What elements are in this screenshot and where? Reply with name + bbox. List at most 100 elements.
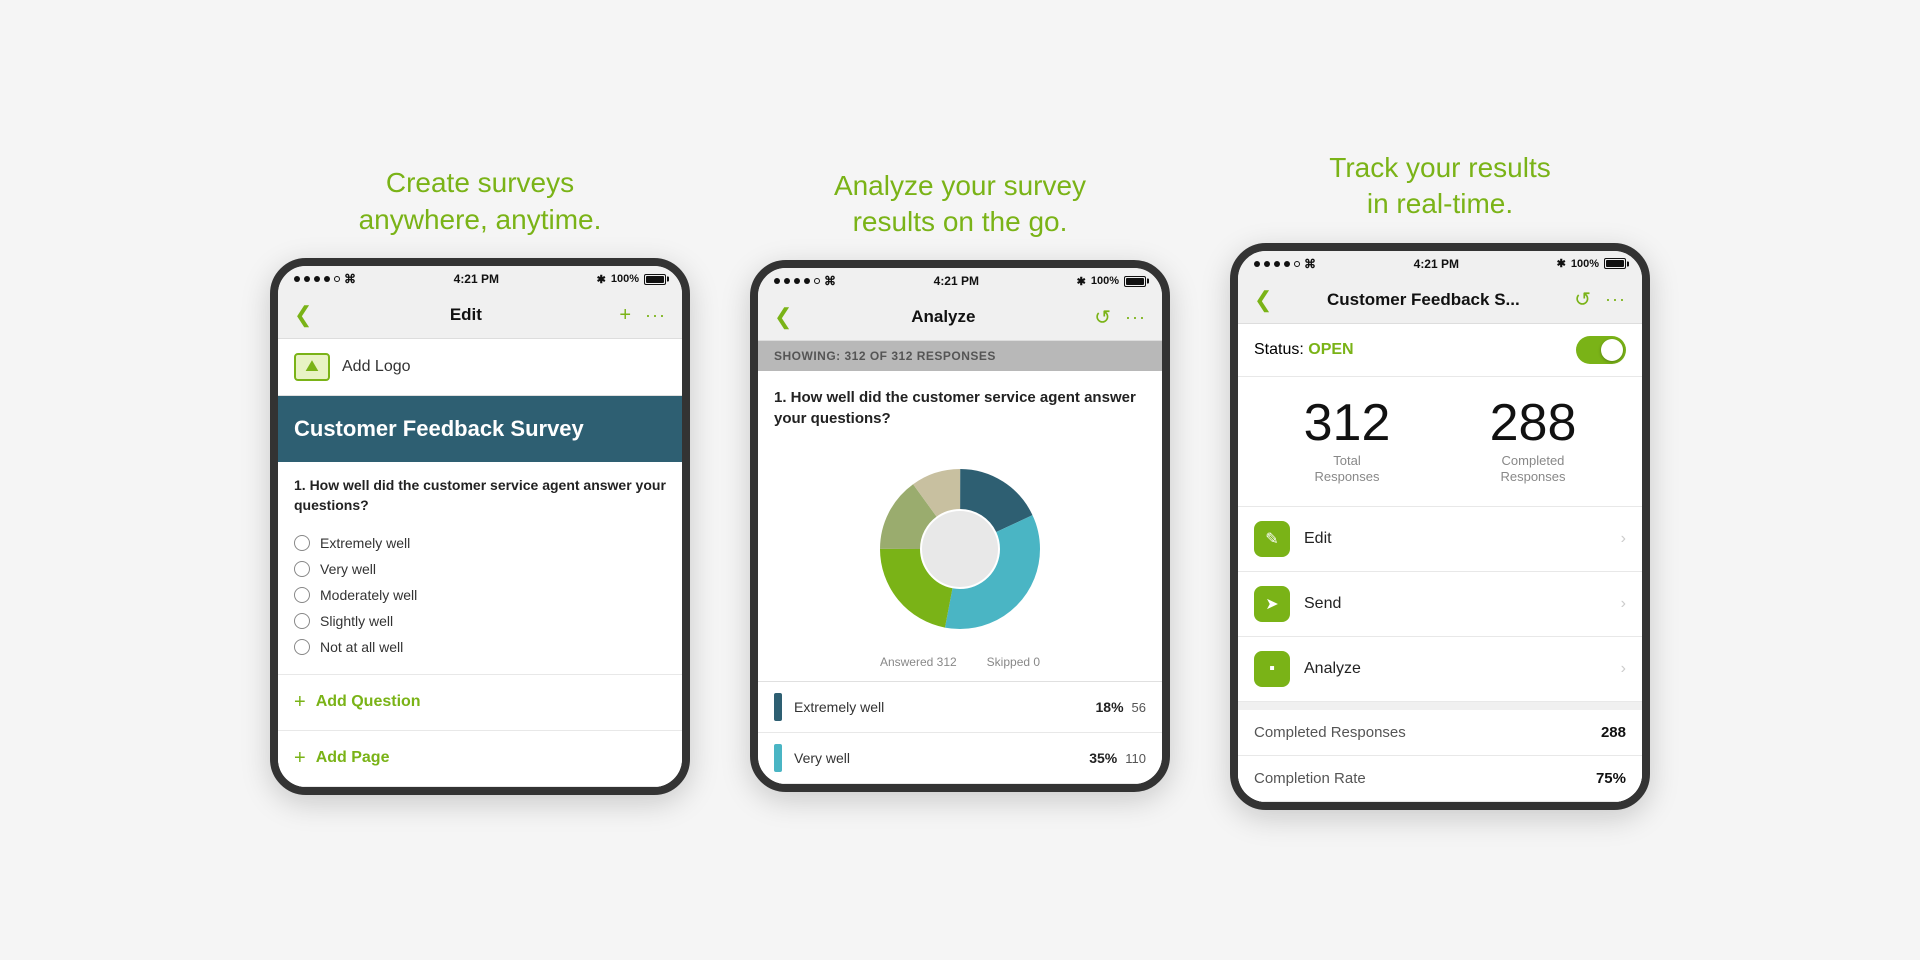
- edit-phone: ⌘ 4:21 PM ✱ 100% ❮ Edit + ··· ⛰ Add Logo: [270, 258, 690, 795]
- survey-title-banner: Customer Feedback Survey: [278, 396, 682, 462]
- track-content: Status: OPEN 312 Total Responses 288 Com…: [1238, 324, 1642, 803]
- answered-text: Answered 312: [880, 655, 957, 669]
- track-back-button[interactable]: ❮: [1254, 287, 1272, 313]
- completed-metric-value: 288: [1601, 724, 1626, 741]
- analyze-section: Analyze your survey results on the go. ⌘…: [750, 168, 1170, 793]
- add-button[interactable]: +: [619, 304, 631, 327]
- track-nav-actions: ↺ ···: [1574, 287, 1626, 312]
- donut-chart: [860, 449, 1060, 649]
- add-question-row[interactable]: + Add Question: [278, 675, 682, 731]
- option-2[interactable]: Very well: [294, 556, 666, 582]
- donut-chart-container: [758, 439, 1162, 655]
- analyze-content: SHOWING: 312 of 312 Responses 1. How wel…: [758, 341, 1162, 784]
- analyze-nav-title: Analyze: [911, 307, 975, 327]
- analyze-action-row[interactable]: ▪ Analyze ›: [1238, 637, 1642, 702]
- edit-status-bar: ⌘ 4:21 PM ✱ 100%: [278, 266, 682, 292]
- radio-3: [294, 587, 310, 603]
- send-action-row[interactable]: ➤ Send ›: [1238, 572, 1642, 637]
- edit-action-label: Edit: [1304, 530, 1621, 548]
- edit-heading: Create surveys anywhere, anytime.: [359, 165, 602, 238]
- track-more-button[interactable]: ···: [1605, 289, 1626, 310]
- bluetooth-icon: ✱: [597, 273, 606, 286]
- option-3-label: Moderately well: [320, 587, 417, 603]
- battery-pct: 100%: [611, 273, 639, 285]
- track-heading: Track your results in real-time.: [1329, 150, 1550, 223]
- completed-responses-metric: Completed Responses 288: [1238, 710, 1642, 756]
- completed-metric-label: Completed Responses: [1254, 724, 1406, 741]
- add-logo-row[interactable]: ⛰ Add Logo: [278, 339, 682, 396]
- analyze-chevron: ›: [1621, 660, 1626, 678]
- total-responses-number: 312: [1304, 397, 1391, 449]
- edit-action-row[interactable]: ✎ Edit ›: [1238, 507, 1642, 572]
- response-pct-2: 35%: [1089, 750, 1117, 766]
- analyze-action-icon: ▪: [1254, 651, 1290, 687]
- donut-center: [922, 511, 998, 587]
- edit-nav-bar: ❮ Edit + ···: [278, 292, 682, 339]
- showing-bar: SHOWING: 312 of 312 Responses: [758, 341, 1162, 371]
- response-row-2: Very well 35% 110: [758, 733, 1162, 784]
- chart-icon: ▪: [1269, 660, 1275, 678]
- analyze-phone: ⌘ 4:21 PM ✱ 100% ❮ Analyze ↺ ··· SHOWING…: [750, 260, 1170, 792]
- completion-rate-label: Completion Rate: [1254, 770, 1366, 787]
- ts2: [1264, 261, 1270, 267]
- total-responses-label: Total Responses: [1304, 453, 1391, 487]
- track-status-bar: ⌘ 4:21 PM ✱ 100%: [1238, 251, 1642, 277]
- option-1[interactable]: Extremely well: [294, 530, 666, 556]
- edit-back-button[interactable]: ❮: [294, 302, 312, 328]
- track-refresh-button[interactable]: ↺: [1574, 287, 1591, 312]
- s1: [774, 278, 780, 284]
- question-section: 1. How well did the customer service age…: [278, 462, 682, 674]
- refresh-button[interactable]: ↺: [1094, 305, 1111, 330]
- s3: [794, 278, 800, 284]
- edit-battery-area: ✱ 100%: [597, 273, 666, 286]
- batt-pct-2: 100%: [1091, 275, 1119, 287]
- signal-dot-1: [294, 276, 300, 282]
- signal-dot-5: [334, 276, 340, 282]
- survey-title-text: Customer Feedback Survey: [294, 416, 584, 441]
- response-row-1: Extremely well 18% 56: [758, 682, 1162, 733]
- option-4[interactable]: Slightly well: [294, 608, 666, 634]
- batt-pct-3: 100%: [1571, 258, 1599, 270]
- status-row: Status: OPEN: [1238, 324, 1642, 377]
- response-list: Extremely well 18% 56 Very well 35% 110: [758, 681, 1162, 784]
- more-button[interactable]: ···: [645, 305, 666, 326]
- ts4: [1284, 261, 1290, 267]
- s2: [784, 278, 790, 284]
- analyze-question-text: 1. How well did the customer service age…: [758, 371, 1162, 439]
- stats-row: 312 Total Responses 288 Completed Respon…: [1238, 377, 1642, 508]
- track-phone: ⌘ 4:21 PM ✱ 100% ❮ Customer Feedback S..…: [1230, 243, 1650, 811]
- signal-dot-2: [304, 276, 310, 282]
- showing-text: SHOWING: 312 of 312 Responses: [774, 349, 996, 363]
- radio-1: [294, 535, 310, 551]
- edit-chevron: ›: [1621, 530, 1626, 548]
- track-battery: ✱ 100%: [1557, 257, 1626, 270]
- completed-responses-stat: 288 Completed Responses: [1490, 397, 1577, 487]
- wifi-icon-3: ⌘: [1304, 257, 1316, 271]
- add-page-row[interactable]: + Add Page: [278, 731, 682, 787]
- option-5-label: Not at all well: [320, 639, 403, 655]
- add-logo-label: Add Logo: [342, 358, 411, 376]
- metrics-list: Completed Responses 288 Completion Rate …: [1238, 702, 1642, 802]
- edit-nav-actions: + ···: [619, 304, 666, 327]
- option-3[interactable]: Moderately well: [294, 582, 666, 608]
- option-4-label: Slightly well: [320, 613, 393, 629]
- edit-time: 4:21 PM: [454, 272, 499, 286]
- analyze-back-button[interactable]: ❮: [774, 304, 792, 330]
- signal-dot-3: [314, 276, 320, 282]
- send-action-icon: ➤: [1254, 586, 1290, 622]
- option-5[interactable]: Not at all well: [294, 634, 666, 660]
- send-action-label: Send: [1304, 595, 1621, 613]
- wifi-icon-2: ⌘: [824, 274, 836, 288]
- analyze-nav-actions: ↺ ···: [1094, 305, 1146, 330]
- skipped-text: Skipped 0: [987, 655, 1040, 669]
- analyze-more-button[interactable]: ···: [1125, 307, 1146, 328]
- response-count-2: 110: [1125, 751, 1146, 766]
- status-toggle[interactable]: [1576, 336, 1626, 364]
- track-nav-title: Customer Feedback S...: [1327, 290, 1520, 310]
- response-count-1: 56: [1132, 700, 1146, 715]
- analyze-signal: ⌘: [774, 274, 836, 288]
- answered-row: Answered 312 Skipped 0: [758, 655, 1162, 681]
- analyze-battery: ✱ 100%: [1077, 275, 1146, 288]
- status-value: OPEN: [1308, 341, 1353, 358]
- option-2-label: Very well: [320, 561, 376, 577]
